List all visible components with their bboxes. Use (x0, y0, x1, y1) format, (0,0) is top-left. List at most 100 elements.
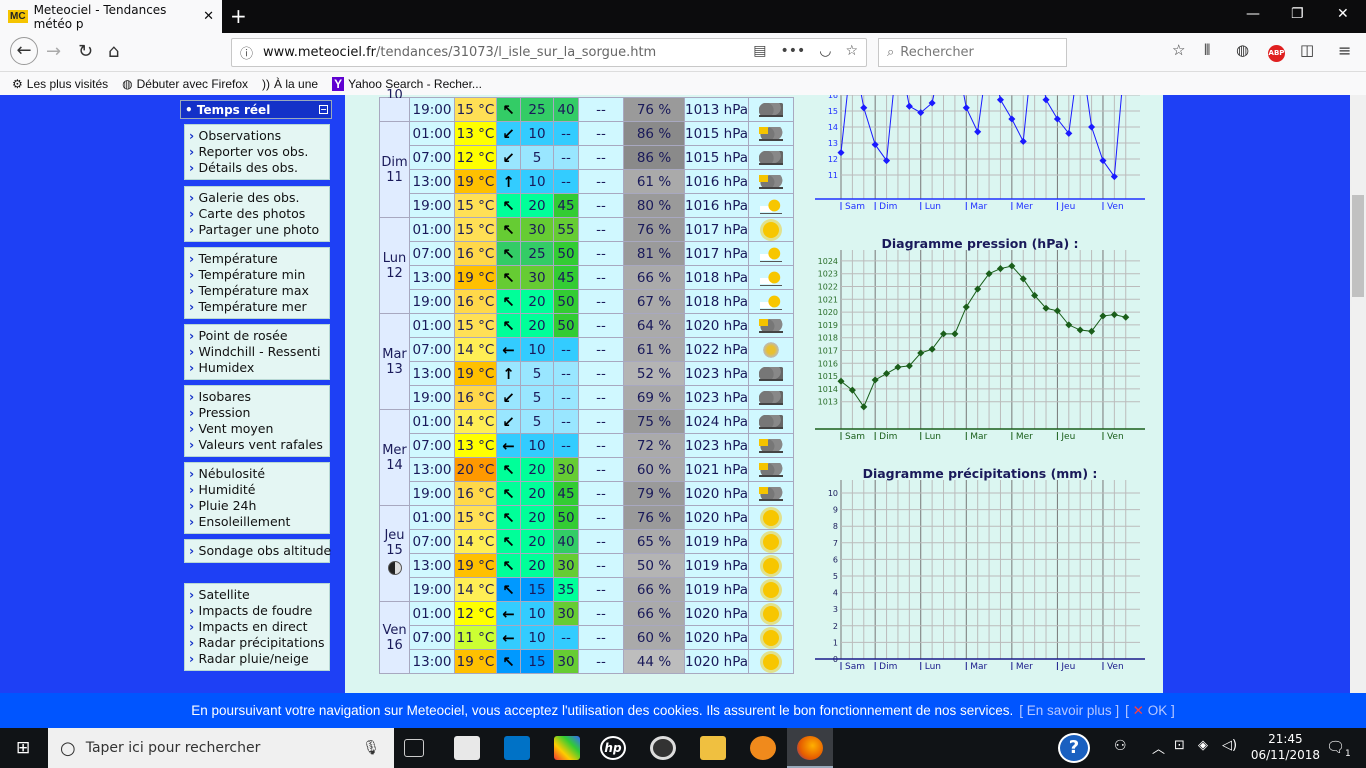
show-hidden-icons[interactable]: ︿ (1152, 738, 1165, 757)
sidebar-link[interactable]: Partager une photo (189, 222, 329, 238)
minimize-icon[interactable]: — (1246, 6, 1260, 22)
sidebar-icon[interactable]: ◫ (1300, 41, 1314, 59)
temperature-cell: 11 °C (454, 625, 497, 650)
sidebar-link[interactable]: Satellite (189, 587, 329, 603)
humidity-cell: 44 % (623, 649, 685, 674)
pocket-icon[interactable]: ◡ (819, 43, 831, 59)
sidebar-link[interactable]: Sondage obs altitude (189, 543, 332, 559)
store-icon[interactable] (454, 736, 480, 760)
help-icon[interactable]: ? (1058, 733, 1090, 763)
wind-gust-cell: 30 (553, 601, 579, 626)
scrollbar[interactable] (1350, 95, 1366, 728)
dropbox-icon[interactable]: ◈ (1198, 738, 1208, 753)
collapse-icon[interactable]: − (319, 105, 328, 114)
network-icon[interactable]: ⊡ (1174, 738, 1185, 753)
bookmark-star-icon[interactable]: ☆ (845, 43, 858, 59)
wind-direction-icon: ↖ (496, 313, 521, 338)
file-explorer-icon[interactable] (700, 736, 726, 760)
sidebar-link[interactable]: Radar pluie/neige (189, 651, 329, 667)
sidebar-link[interactable]: Impacts de foudre (189, 603, 329, 619)
url-bar[interactable]: ⓘ www.meteociel.fr/tendances/31073/l_isl… (231, 38, 867, 67)
sidebar-link[interactable]: Galerie des obs. (189, 190, 329, 206)
windows-start-icon[interactable]: ⊞ (16, 738, 30, 758)
sidebar-link[interactable]: Pression (189, 405, 329, 421)
sidebar-link[interactable]: Pluie 24h (189, 498, 329, 514)
wind-gust-cell: 50 (553, 289, 579, 314)
sidebar-link[interactable]: Isobares (189, 389, 329, 405)
clock[interactable]: 21:45 06/11/2018 (1251, 731, 1320, 763)
new-tab-icon[interactable]: + (230, 4, 247, 28)
bookmark-most-visited[interactable]: ⚙ Les plus visités (12, 77, 108, 91)
info-icon[interactable]: ⓘ (240, 43, 253, 62)
sidebar-link[interactable]: Température mer (189, 299, 329, 315)
sidebar-link[interactable]: Impacts en direct (189, 619, 329, 635)
nav-bar: ← → ↻ ⌂ ⓘ www.meteociel.fr/tendances/310… (0, 33, 1366, 72)
scrollbar-thumb[interactable] (1352, 195, 1364, 297)
tab-meteociel[interactable]: MC Meteociel - Tendances météo p ✕ (0, 0, 222, 33)
sidebar-link[interactable]: Radar précipitations (189, 635, 329, 651)
sidebar-link[interactable]: Vent moyen (189, 421, 329, 437)
url-host: www.meteociel.fr (263, 45, 376, 60)
task-view-icon[interactable] (404, 739, 424, 757)
notifications-icon[interactable]: 🗨1 (1326, 738, 1351, 759)
sidebar-link[interactable]: Valeurs vent rafales (189, 437, 329, 453)
camera-app-icon[interactable] (650, 736, 676, 760)
star-icon[interactable]: ☆ (1172, 41, 1185, 59)
taskbar-search[interactable]: ○ Taper ici pour rechercher 🎙 (48, 728, 394, 768)
day-name: Dim (381, 154, 408, 170)
sidebar-link[interactable]: Température (189, 251, 329, 267)
library-icon[interactable]: ⫴ (1204, 41, 1210, 59)
volume-icon[interactable]: ◁) (1222, 738, 1237, 753)
reader-icon[interactable]: ▤ (753, 43, 766, 59)
reload-icon[interactable]: ↻ (78, 41, 93, 62)
pressure-cell: 1018 hPa (683, 265, 750, 290)
sun-icon (763, 221, 780, 238)
ok-button[interactable]: [ ✕ OK ] (1125, 703, 1175, 719)
close-window-icon[interactable]: ✕ (1337, 6, 1349, 22)
forward-icon[interactable]: → (46, 41, 61, 62)
sidebar-link[interactable]: Humidité (189, 482, 329, 498)
sidebar-link[interactable]: Carte des photos (189, 206, 329, 222)
maximize-icon[interactable]: ❐ (1291, 6, 1304, 22)
y-tick-label: 5 (833, 572, 838, 581)
wind-direction-icon: ↑ (496, 361, 521, 386)
forecast-row: Jeu 15 01:00 15 °C ↖ 20 50 -- 76 % 1020 hPa (379, 505, 795, 602)
temperature-cell: 19 °C (454, 553, 497, 578)
menu-icon[interactable]: ≡ (1338, 41, 1351, 60)
photos-app-icon[interactable] (554, 736, 580, 760)
sidebar-link[interactable]: Température max (189, 283, 329, 299)
adblock-icon[interactable]: ABP (1268, 45, 1285, 62)
wind-speed-cell: 20 (520, 529, 554, 554)
back-icon[interactable]: ← (10, 37, 38, 65)
sidebar-header-temps-reel[interactable]: • Temps réel − (180, 100, 332, 119)
search-input[interactable]: ⌕ Rechercher (878, 38, 1067, 67)
sidebar-link[interactable]: Humidex (189, 360, 329, 376)
favicon: MC (8, 10, 28, 23)
sidebar-link[interactable]: Windchill - Ressenti (189, 344, 329, 360)
sidebar-link[interactable]: Reporter vos obs. (189, 144, 329, 160)
sidebar-link[interactable]: Ensoleillement (189, 514, 329, 530)
sidebar-link[interactable]: Température min (189, 267, 329, 283)
sidebar-link[interactable]: Observations (189, 128, 329, 144)
cloudy-icon (759, 390, 784, 405)
sidebar-link[interactable]: Point de rosée (189, 328, 329, 344)
firefox-taskbar-button[interactable] (787, 728, 833, 768)
globe-icon[interactable]: ◍ (1236, 41, 1249, 59)
sidebar-link[interactable]: Nébulosité (189, 466, 329, 482)
sidebar-link[interactable]: Détails des obs. (189, 160, 329, 176)
home-icon[interactable]: ⌂ (108, 41, 119, 62)
hp-icon[interactable]: hp (600, 736, 626, 760)
bookmark-getting-started[interactable]: ◍ Débuter avec Firefox (122, 77, 248, 91)
bookmark-headlines[interactable]: )) À la une (262, 77, 318, 91)
outlook-icon[interactable] (504, 736, 530, 760)
microphone-icon[interactable]: 🎙 (362, 740, 380, 756)
data-point (860, 403, 868, 411)
x-tick-label: Lun (925, 432, 941, 442)
settings-app-icon[interactable] (750, 736, 776, 760)
data-point (1099, 157, 1107, 165)
more-icon[interactable]: ••• (780, 43, 805, 59)
learn-more-link[interactable]: [ En savoir plus ] (1019, 703, 1119, 718)
humidity-cell: 86 % (623, 121, 685, 146)
close-tab-icon[interactable]: ✕ (203, 9, 214, 24)
people-icon[interactable]: ⚇ (1114, 738, 1127, 754)
